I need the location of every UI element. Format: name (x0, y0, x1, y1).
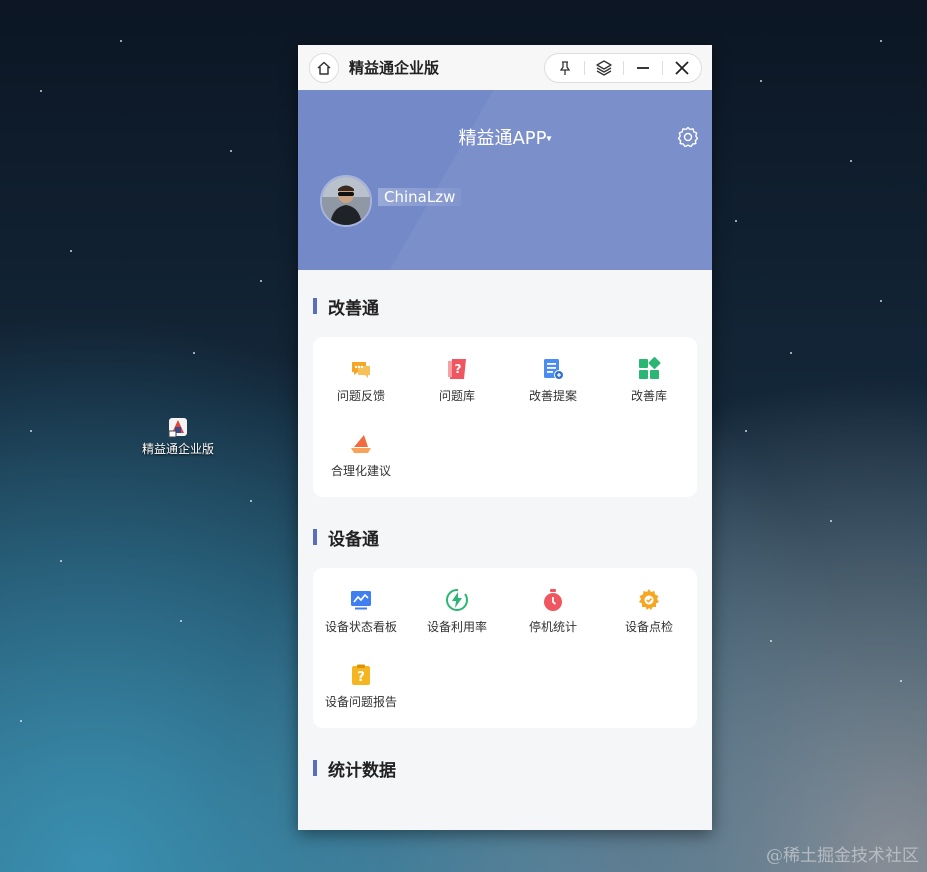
layers-icon (595, 60, 612, 76)
menu-item-label: 设备状态看板 (324, 620, 397, 634)
layers-button[interactable] (584, 54, 623, 82)
lightning-circle-icon (445, 588, 469, 612)
settings-button[interactable] (676, 125, 700, 153)
menu-item-label: 改善库 (630, 389, 667, 403)
minimize-button[interactable] (623, 54, 662, 82)
watermark: @稀土掘金技术社区 (766, 846, 919, 866)
minimize-icon (636, 67, 649, 69)
app-name: 精益通APP (458, 128, 547, 149)
window-title: 精益通企业版 (349, 59, 440, 77)
username: ChinaLzw (378, 188, 462, 206)
menu-item-label: 设备问题报告 (324, 695, 397, 709)
gear-icon (677, 126, 699, 148)
menu-item-issue-library[interactable]: ? 问题库 (409, 357, 505, 404)
menu-item-label: 问题反馈 (336, 389, 385, 403)
svg-text:?: ? (357, 670, 365, 685)
proposal-doc-icon (541, 357, 565, 381)
section-title: 改善通 (313, 292, 712, 320)
caret-down-icon: ▾ (546, 133, 552, 145)
menu-item-downtime-stats[interactable]: 停机统计 (505, 588, 601, 635)
section-card-improvement: 问题反馈 ? 问题库 改善提案 改善库 合理化建议 (313, 337, 697, 497)
svg-text:?: ? (455, 362, 462, 376)
menu-item-label: 合理化建议 (330, 464, 391, 478)
section-title: 设备通 (313, 523, 712, 551)
section-title: 统计数据 (313, 754, 712, 782)
app-switcher[interactable]: 精益通APP▾ (298, 124, 712, 150)
home-icon (317, 61, 331, 75)
menu-item-equipment-inspection[interactable]: 设备点检 (601, 588, 697, 635)
window-controls (544, 53, 702, 83)
menu-item-equipment-issue-report[interactable]: ? 设备问题报告 (313, 663, 409, 710)
section-card-equipment: 设备状态看板 设备利用率 停机统计 设备点检 ? 设备问题报告 (313, 568, 697, 728)
sail-icon (349, 432, 373, 456)
menu-item-equipment-status-board[interactable]: 设备状态看板 (313, 588, 409, 635)
menu-item-improvement-proposal[interactable]: 改善提案 (505, 357, 601, 404)
close-button[interactable] (662, 54, 701, 82)
grid-blocks-icon (637, 357, 661, 381)
question-doc-icon: ? (445, 357, 469, 381)
pin-button[interactable] (545, 54, 584, 82)
menu-item-rational-suggestion[interactable]: 合理化建议 (313, 432, 409, 479)
title-bar: 精益通企业版 (298, 45, 712, 90)
pin-icon (559, 61, 570, 75)
avatar[interactable] (320, 175, 372, 227)
menu-item-label: 设备点检 (624, 620, 673, 634)
menu-item-label: 停机统计 (528, 620, 577, 634)
desktop-shortcut[interactable]: 精益通企业版 (136, 416, 220, 457)
menu-item-equipment-utilization[interactable]: 设备利用率 (409, 588, 505, 635)
desktop-shortcut-label: 精益通企业版 (141, 442, 214, 456)
question-clipboard-icon: ? (349, 663, 373, 687)
close-icon (674, 61, 689, 75)
profile-header: 精益通APP▾ ChinaLzw (298, 90, 712, 270)
app-window: 精益通企业版 精益通APP▾ ChinaLzw 改善通 问题反馈 ? 问题库 改… (298, 45, 712, 830)
gear-check-icon (637, 588, 661, 612)
menu-item-label: 问题库 (438, 389, 475, 403)
menu-item-issue-feedback[interactable]: 问题反馈 (313, 357, 409, 404)
app-shortcut-icon (167, 416, 189, 438)
monitor-chart-icon (349, 588, 373, 612)
chat-bubble-icon (349, 357, 373, 381)
stopwatch-icon (541, 588, 565, 612)
menu-item-improvement-library[interactable]: 改善库 (601, 357, 697, 404)
home-button[interactable] (309, 52, 339, 83)
menu-item-label: 设备利用率 (426, 620, 487, 634)
menu-item-label: 改善提案 (528, 389, 577, 403)
